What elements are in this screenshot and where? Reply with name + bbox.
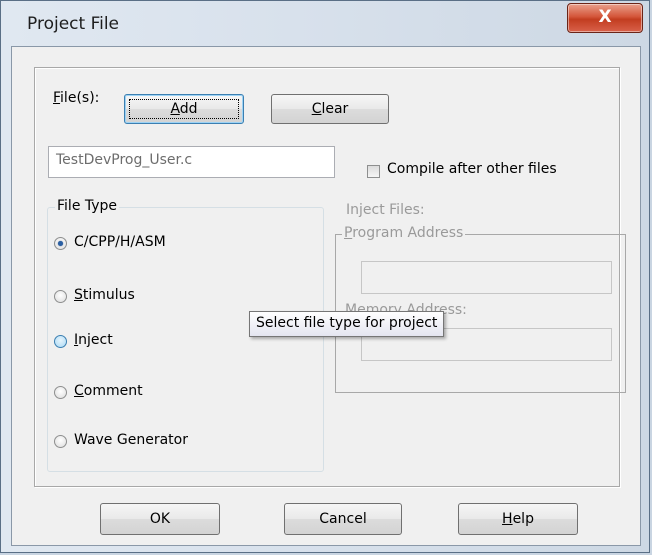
radio-label-wave-generator: Wave Generator: [74, 432, 188, 448]
radio-label-c-cpp-h-asm: C/CPP/H/ASM: [74, 234, 166, 250]
cancel-button[interactable]: Cancel: [284, 503, 402, 535]
program-address-legend: Program Address: [342, 225, 466, 241]
add-button[interactable]: Add: [124, 94, 244, 124]
program-address-input[interactable]: [361, 261, 612, 294]
close-button[interactable]: X: [567, 3, 643, 33]
files-label: File(s):: [53, 90, 100, 106]
file-name-input[interactable]: TestDevProg_User.c: [48, 146, 335, 178]
tooltip: Select file type for project: [249, 311, 445, 337]
radio-dot-icon: [54, 237, 67, 250]
project-file-dialog: Project File X File(s): Add Clear TestDe…: [0, 0, 650, 553]
radio-label-inject: Inject: [74, 332, 113, 348]
inject-files-heading: Inject Files:: [346, 202, 425, 218]
dialog-client-area: File(s): Add Clear TestDevProg_User.c Co…: [11, 46, 641, 546]
help-button[interactable]: Help: [458, 503, 578, 535]
file-type-legend: File Type: [55, 198, 120, 214]
close-icon: X: [598, 7, 612, 27]
window-title: Project File: [27, 14, 120, 34]
file-name-value: TestDevProg_User.c: [56, 152, 193, 168]
radio-label-comment: Comment: [74, 383, 143, 399]
radio-label-stimulus: Stimulus: [74, 287, 135, 303]
ok-button[interactable]: OK: [100, 503, 220, 535]
compile-after-label: Compile after other files: [387, 161, 557, 177]
radio-dot-icon: [54, 290, 67, 303]
radio-dot-icon: [54, 435, 67, 448]
radio-dot-icon: [54, 386, 67, 399]
title-bar[interactable]: Project File X: [1, 1, 649, 45]
compile-after-checkbox[interactable]: [367, 165, 380, 178]
clear-button[interactable]: Clear: [271, 94, 389, 124]
radio-dot-icon: [54, 335, 67, 348]
